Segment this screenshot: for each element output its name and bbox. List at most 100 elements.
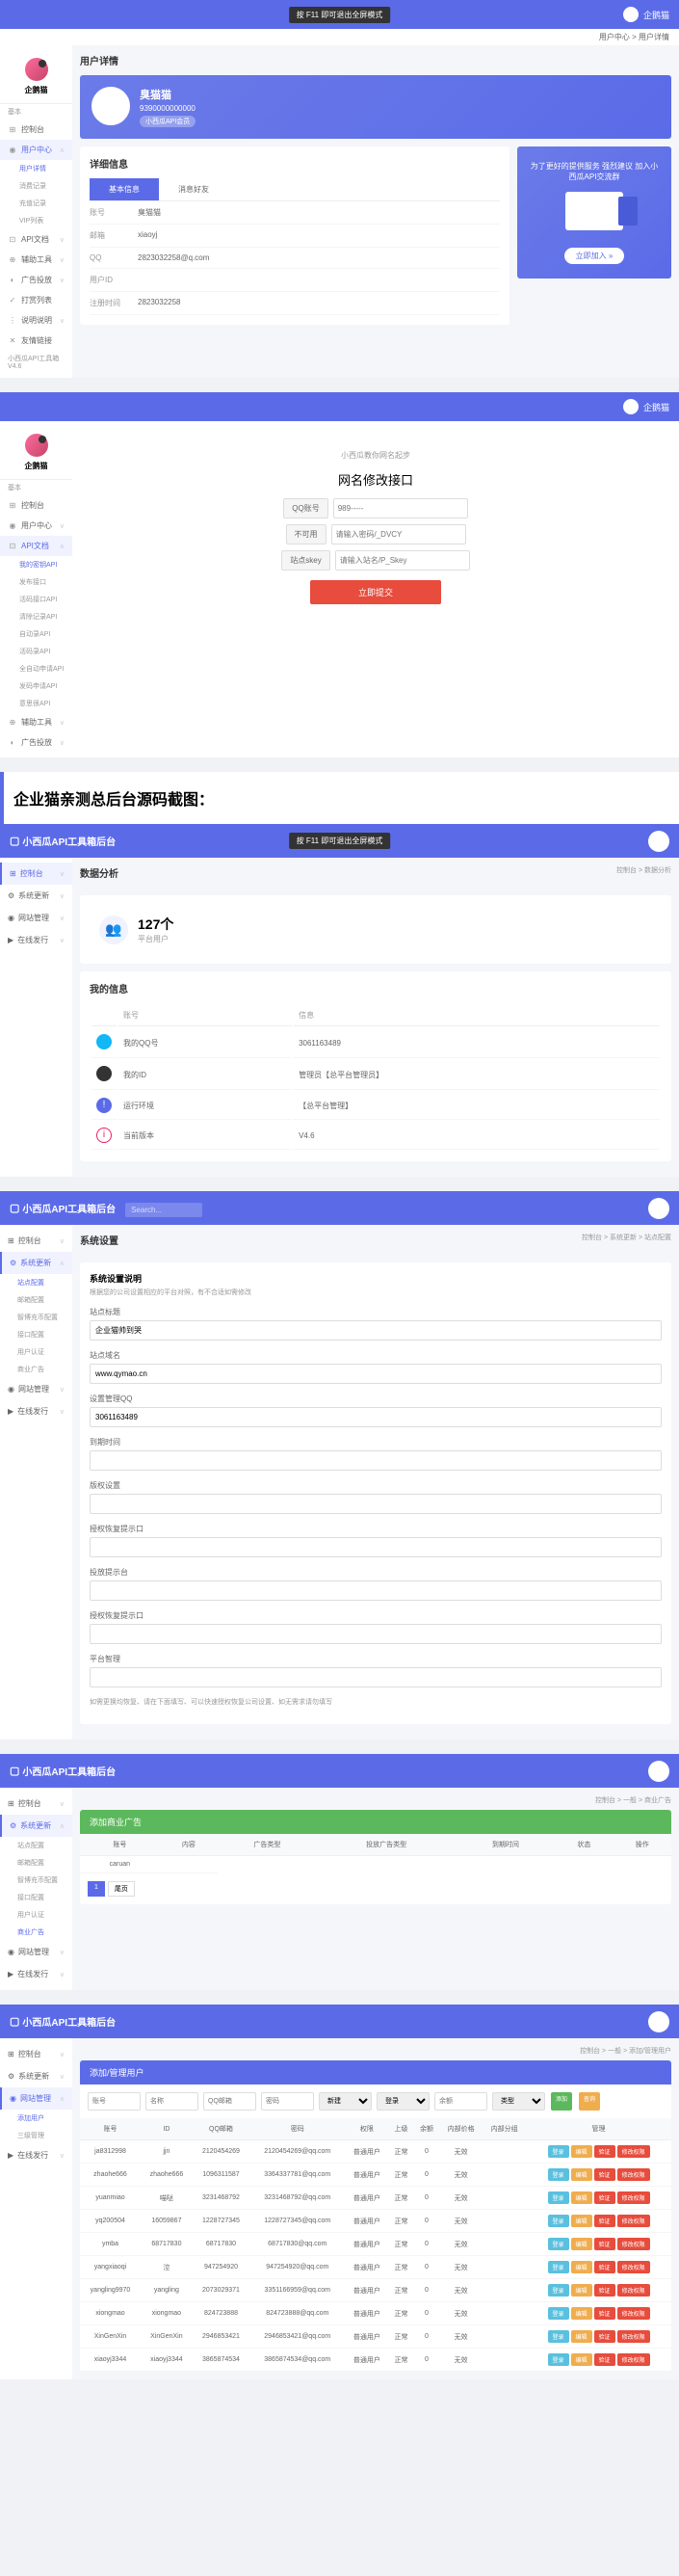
action-button[interactable]: 验证 [594,2284,615,2297]
action-button[interactable]: 登录 [548,2191,569,2204]
login-select[interactable]: 登录 [377,2092,430,2111]
action-button[interactable]: 编辑 [571,2353,592,2366]
sidebar-sub-api[interactable]: 意思很API [0,695,72,712]
action-button[interactable]: 编辑 [571,2284,592,2297]
sidebar-sub[interactable]: 站点配置 [0,1274,72,1291]
pwd-input[interactable] [261,2092,314,2111]
action-button[interactable]: 登录 [548,2353,569,2366]
sidebar-logo[interactable]: 企鹅猫 [0,426,72,480]
setting-input[interactable] [90,1407,662,1427]
join-button[interactable]: 立即加入 » [564,248,625,264]
sidebar-item-site[interactable]: ◉网站管理∨ [0,1941,72,1963]
sidebar-sub-level[interactable]: 三级管理 [0,2127,72,2144]
sidebar-item-console[interactable]: ⊞控制台∨ [0,863,72,885]
action-button[interactable]: 修改权限 [617,2238,650,2250]
action-button[interactable]: 编辑 [571,2145,592,2158]
setting-input[interactable] [90,1494,662,1514]
sidebar-item-tools[interactable]: ⊕辅助工具∨ [0,250,72,270]
action-button[interactable]: 登录 [548,2284,569,2297]
action-button[interactable]: 修改权限 [617,2145,650,2158]
setting-input[interactable] [90,1450,662,1471]
sidebar-item-system[interactable]: ⚙系统更新∨ [0,885,72,907]
sidebar-sub-consume[interactable]: 消费记录 [0,177,72,195]
sidebar-sub[interactable]: 用户认证 [0,1343,72,1361]
topbar-user[interactable]: 企鹅猫 [623,7,669,22]
action-button[interactable]: 修改权限 [617,2261,650,2273]
sidebar-sub-vip[interactable]: VIP列表 [0,212,72,229]
sidebar-item-links[interactable]: ✕友情链接 [0,331,72,351]
sidebar-sub-api[interactable]: 活码录API [0,643,72,660]
action-button[interactable]: 修改权限 [617,2353,650,2366]
sidebar-sub[interactable]: 用户认证 [0,1906,72,1924]
sidebar-sub-api[interactable]: 活码接口API [0,591,72,608]
action-button[interactable]: 验证 [594,2191,615,2204]
type-select[interactable]: 类型 [492,2092,545,2111]
sidebar-item-system[interactable]: ⚙系统更新∧ [0,1252,72,1274]
sidebar-item-usercenter[interactable]: ◉用户中心∨ [0,516,72,536]
setting-input[interactable] [90,1667,662,1687]
sidebar-item-api[interactable]: ⊡API文档∧ [0,536,72,556]
admin-avatar[interactable] [648,1198,669,1219]
add-button[interactable]: 添加 [551,2092,572,2111]
setting-input[interactable] [90,1624,662,1644]
sidebar-sub-api[interactable]: 全自动申请API [0,660,72,677]
sidebar-sub[interactable]: 商业广告 [0,1361,72,1378]
action-button[interactable]: 验证 [594,2353,615,2366]
action-button[interactable]: 登录 [548,2307,569,2320]
sidebar-item-system[interactable]: ⚙系统更新∨ [0,2065,72,2087]
action-button[interactable]: 修改权限 [617,2191,650,2204]
setting-input[interactable] [90,1580,662,1601]
action-button[interactable]: 登录 [548,2330,569,2343]
tab-basic[interactable]: 基本信息 [90,178,159,200]
action-button[interactable]: 验证 [594,2168,615,2181]
sidebar-item-system[interactable]: ⚙系统更新∧ [0,1815,72,1837]
sidebar-item-online[interactable]: ▶在线发行∨ [0,1400,72,1422]
page-1[interactable]: 1 [88,1881,105,1897]
sidebar-item-tip[interactable]: ✓打赏列表 [0,290,72,310]
sidebar-sub[interactable]: 接口配置 [0,1889,72,1906]
balance-input[interactable] [434,2092,487,2111]
qq-input[interactable] [333,498,468,518]
action-button[interactable]: 修改权限 [617,2330,650,2343]
sidebar-item-usercenter[interactable]: ◉用户中心∧ [0,140,72,160]
search-input[interactable] [125,1203,202,1217]
admin-avatar[interactable] [648,1761,669,1782]
sidebar-item-site[interactable]: ◉网站管理∨ [0,907,72,929]
action-button[interactable]: 验证 [594,2145,615,2158]
sidebar-sub-adduser[interactable]: 添加用户 [0,2110,72,2127]
sidebar-sub-api[interactable]: 发码申请API [0,677,72,695]
topbar-user[interactable]: 企鹅猫 [623,399,669,414]
action-button[interactable]: 验证 [594,2307,615,2320]
admin-logo[interactable]: 小西瓜API工具箱后台 [10,1764,116,1778]
action-button[interactable]: 登录 [548,2168,569,2181]
action-button[interactable]: 登录 [548,2145,569,2158]
query-button[interactable]: 查询 [579,2092,600,2111]
admin-avatar[interactable] [648,2011,669,2032]
action-button[interactable]: 验证 [594,2330,615,2343]
action-button[interactable]: 编辑 [571,2261,592,2273]
skey-input[interactable] [335,550,470,571]
sidebar-sub-api[interactable]: 自动录API [0,625,72,643]
submit-button[interactable]: 立即提交 [310,580,441,604]
name-input[interactable] [145,2092,198,2111]
setting-input[interactable] [90,1320,662,1341]
sidebar-item-online[interactable]: ▶在线发行∨ [0,1963,72,1985]
sidebar-item-site[interactable]: ◉网站管理∧ [0,2087,72,2110]
account-input[interactable] [88,2092,141,2111]
action-button[interactable]: 登录 [548,2238,569,2250]
sidebar-sub-recharge[interactable]: 充值记录 [0,195,72,212]
action-button[interactable]: 登录 [548,2215,569,2227]
sidebar-item-desc[interactable]: ⋮说明说明∨ [0,310,72,331]
sidebar-item-console[interactable]: ⊞控制台∨ [0,2043,72,2065]
action-button[interactable]: 修改权限 [617,2168,650,2181]
admin-logo[interactable]: 小西瓜API工具箱后台 [10,834,116,848]
sidebar-sub[interactable]: 接口配置 [0,1326,72,1343]
action-button[interactable]: 编辑 [571,2330,592,2343]
action-button[interactable]: 编辑 [571,2215,592,2227]
action-button[interactable]: 验证 [594,2215,615,2227]
sidebar-item-api[interactable]: ⊡API文档∨ [0,229,72,250]
action-button[interactable]: 修改权限 [617,2284,650,2297]
sidebar-logo[interactable]: 企鹅猫 [0,50,72,104]
qq-input[interactable] [203,2092,256,2111]
sidebar-item-console[interactable]: ⊞控制台∨ [0,1230,72,1252]
